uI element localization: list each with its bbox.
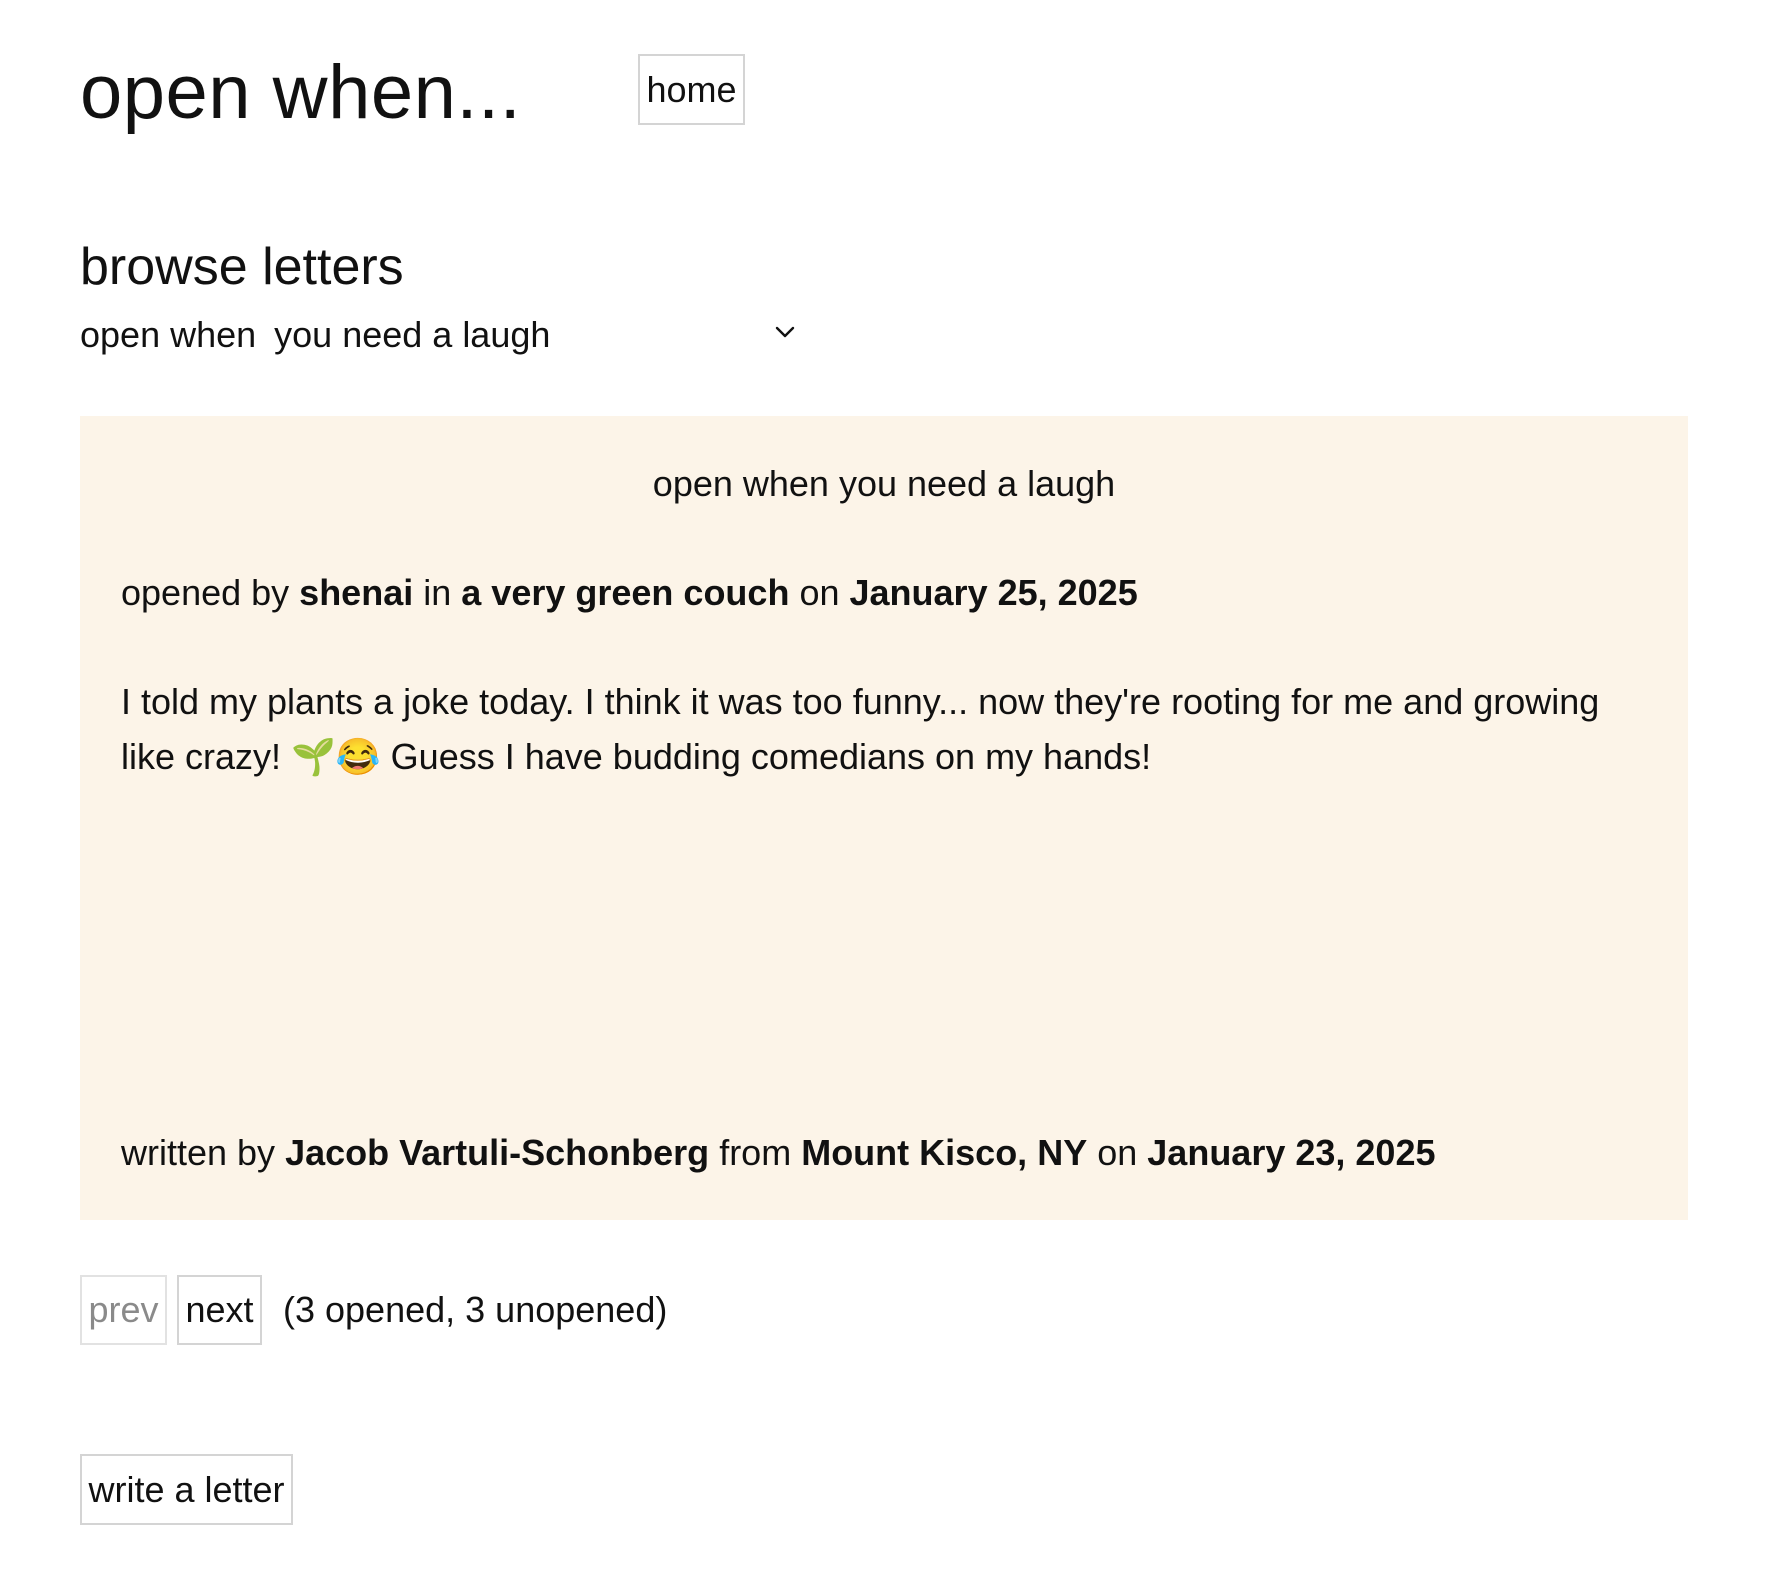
written-date: January 23, 2025 xyxy=(1147,1132,1436,1173)
written-prefix: written by xyxy=(121,1132,276,1173)
letter-heading: open when you need a laugh xyxy=(652,463,1116,504)
opened-on-text: on xyxy=(799,572,840,613)
opened-in-text: in xyxy=(423,572,452,613)
home-button[interactable]: home xyxy=(638,54,745,125)
opened-date: January 25, 2025 xyxy=(849,572,1138,613)
opened-place: a very green couch xyxy=(461,572,790,613)
category-select-value: you need a laugh xyxy=(274,314,551,355)
written-on-text: on xyxy=(1097,1132,1138,1173)
site-title: open when... xyxy=(80,50,522,135)
written-from-text: from xyxy=(719,1132,792,1173)
prev-button[interactable]: prev xyxy=(80,1275,167,1345)
category-select[interactable]: you need a laugh xyxy=(274,310,796,360)
letters-count-status: (3 opened, 3 unopened) xyxy=(283,1289,668,1330)
pagination: prev next (3 opened, 3 unopened) xyxy=(80,1275,667,1345)
letter-body: I told my plants a joke today. I think i… xyxy=(121,681,1600,777)
opened-info: opened by shenai in a very green couch o… xyxy=(121,567,1138,619)
opened-by-name: shenai xyxy=(299,572,414,613)
chevron-down-icon xyxy=(775,326,795,338)
author-location: Mount Kisco, NY xyxy=(801,1132,1088,1173)
next-button[interactable]: next xyxy=(177,1275,262,1345)
filter-row: open when you need a laugh xyxy=(80,310,796,360)
opened-prefix: opened by xyxy=(121,572,290,613)
letter-card: open when you need a laugh opened by she… xyxy=(80,416,1688,1220)
write-letter-button[interactable]: write a letter xyxy=(80,1454,293,1525)
written-info: written by Jacob Vartuli-Schonberg from … xyxy=(121,1127,1436,1179)
section-title: browse letters xyxy=(80,238,404,296)
author-name: Jacob Vartuli-Schonberg xyxy=(285,1132,710,1173)
filter-label: open when xyxy=(80,314,257,355)
